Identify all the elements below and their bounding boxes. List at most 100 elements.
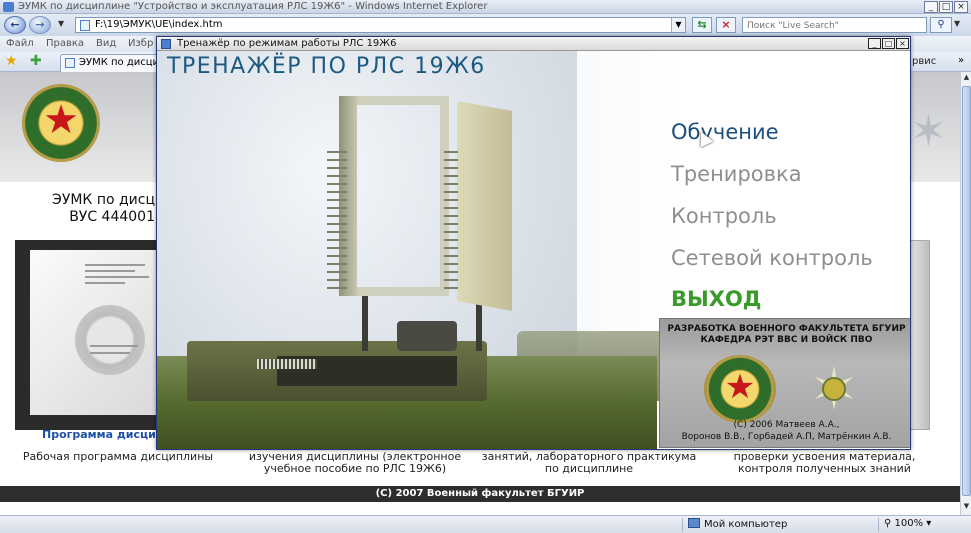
trainer-minimize-button[interactable]: _: [868, 38, 881, 49]
trainer-window-title: Тренажёр по режимам работы РЛС 19Ж6: [177, 38, 397, 49]
trainer-maximize-button[interactable]: □: [882, 38, 895, 49]
star-icon: ★: [724, 367, 756, 407]
menu-learning[interactable]: Обучение: [671, 120, 779, 144]
document-text-line: [90, 345, 138, 347]
trainer-titlebar: Тренажёр по режимам работы РЛС 19Ж6 _ □ …: [157, 37, 910, 51]
stop-button[interactable]: ×: [716, 17, 736, 33]
search-input[interactable]: [743, 19, 926, 33]
status-separator: [878, 518, 879, 532]
forward-button[interactable]: →: [29, 16, 51, 34]
page-footer: (С) 2007 Военный факультет БГУИР: [0, 486, 960, 502]
back-arrow-icon: ←: [10, 18, 20, 31]
document-text-line: [90, 352, 130, 354]
menu-training[interactable]: Тренировка: [671, 162, 802, 186]
address-toolbar: ← → ▼ F:\19\ЭМУК\UE\index.htm ▼ ⇆ × ⚲ ▼: [0, 14, 971, 36]
computer-icon: [688, 518, 700, 528]
zoom-dropdown-icon: ▾: [926, 518, 932, 529]
zoom-icon: ⚲: [884, 518, 892, 529]
trainer-title: ТРЕНАЖЁР ПО РЛС 19Ж6: [167, 54, 486, 79]
maximize-button[interactable]: □: [939, 1, 953, 13]
browser-tab[interactable]: ЭУМК по дисциплине: [60, 54, 160, 72]
scroll-down-icon[interactable]: ▼: [962, 502, 971, 513]
document-text-line: [85, 276, 149, 278]
service-menu[interactable]: рвис: [912, 56, 936, 67]
document-text-line: [85, 264, 145, 266]
zoom-level: 100%: [894, 518, 924, 529]
close-button[interactable]: ×: [954, 1, 968, 13]
back-button[interactable]: ←: [4, 16, 26, 34]
trainer-close-button[interactable]: ×: [896, 38, 909, 49]
address-field[interactable]: F:\19\ЭМУК\UE\index.htm ▼: [75, 17, 686, 33]
search-options-dropdown[interactable]: ▼: [954, 19, 960, 28]
refresh-icon: ⇆: [697, 18, 707, 31]
menu-control[interactable]: Контроль: [671, 204, 777, 228]
refresh-button[interactable]: ⇆: [692, 17, 712, 33]
address-value: F:\19\ЭМУК\UE\index.htm: [95, 19, 223, 30]
page-heading-line2: ВУС 444001: [69, 209, 155, 225]
credits-panel: РАЗРАБОТКА ВОЕННОГО ФАКУЛЬТЕТА БГУИР КАФ…: [659, 318, 910, 448]
caption-1[interactable]: Рабочая программа дисциплины: [18, 451, 218, 463]
caption-4[interactable]: проверки усвоения материала, контроля по…: [722, 451, 927, 475]
caption-1-line1: Рабочая программа дисциплины: [22, 450, 214, 463]
antenna-elements: [444, 151, 458, 291]
minimize-button[interactable]: _: [924, 1, 938, 13]
zoom-control[interactable]: ⚲ 100% ▾: [884, 518, 931, 529]
document-seal: [75, 305, 145, 375]
tab-page-icon: [65, 58, 75, 68]
menu-exit[interactable]: ВЫХОД: [671, 287, 762, 311]
caption-2-line2: учебное пособие по РЛС 19Ж6): [263, 462, 447, 475]
favorites-star-icon[interactable]: ★: [5, 53, 18, 69]
ie-titlebar: ЭУМК по дисциплине "Устройство и эксплуа…: [0, 0, 971, 14]
antenna-elements: [327, 151, 347, 291]
credits-line2: КАФЕДРА РЭТ ВВС И ВОЙСК ПВО: [700, 335, 873, 345]
right-document-thumbnail[interactable]: [908, 240, 930, 430]
program-document-thumbnail[interactable]: [15, 240, 160, 430]
caption-3[interactable]: занятий, лабораторного практикума по дис…: [473, 451, 705, 475]
trainer-content: ТРЕНАЖЁР ПО РЛС 19Ж6 Обучение Тренировка…: [157, 51, 910, 449]
menu-edit[interactable]: Правка: [46, 38, 84, 49]
search-icon: ⚲: [937, 19, 945, 30]
ie-window-controls: _ □ ×: [924, 1, 968, 13]
menu-favorites[interactable]: Избр: [128, 38, 153, 49]
menu-view[interactable]: Вид: [96, 38, 116, 49]
caption-2[interactable]: изучения дисциплины (электронное учебное…: [240, 451, 470, 475]
trainer-window: Тренажёр по режимам работы РЛС 19Ж6 _ □ …: [156, 36, 911, 450]
vehicle-grille: [257, 359, 317, 369]
scroll-up-icon[interactable]: ▲: [962, 73, 971, 84]
document-page: [30, 250, 158, 415]
search-button[interactable]: ⚲: [930, 17, 952, 33]
scroll-thumb[interactable]: [962, 86, 971, 496]
page-icon: [80, 20, 90, 31]
antenna-base: [397, 321, 457, 351]
toolbar-overflow-icon[interactable]: »: [958, 55, 964, 66]
ie-window-title: ЭУМК по дисциплине "Устройство и эксплуа…: [18, 1, 488, 12]
ie-app-icon: [3, 2, 14, 12]
address-dropdown[interactable]: ▼: [671, 18, 685, 32]
status-zone: Мой компьютер: [688, 518, 787, 530]
caption-3-line2: по дисциплине: [544, 462, 634, 475]
credits-copyright1: (С) 2006 Матвеев А.А.,: [733, 420, 840, 430]
document-text-line: [85, 270, 135, 272]
star-icon: ★: [43, 97, 79, 143]
trainer-app-icon: [161, 39, 171, 49]
status-bar: Мой компьютер ⚲ 100% ▾: [0, 515, 971, 533]
program-link[interactable]: Программа дисци: [42, 428, 156, 441]
antenna-panel: [457, 101, 512, 311]
credits-line1: РАЗРАБОТКА ВОЕННОГО ФАКУЛЬТЕТА БГУИР: [667, 324, 906, 334]
history-dropdown[interactable]: ▼: [58, 19, 64, 28]
air-defense-emblem-logo: ✶: [794, 357, 874, 421]
trainer-window-controls: _ □ ×: [868, 38, 909, 49]
add-favorite-icon[interactable]: ✚: [30, 53, 42, 69]
vertical-scrollbar[interactable]: ▲ ▼: [960, 72, 971, 515]
search-field[interactable]: [742, 17, 927, 33]
emblem-core: [822, 377, 846, 401]
menu-file[interactable]: Файл: [6, 38, 34, 49]
emblem-right-logo: ✶: [910, 106, 947, 157]
forward-arrow-icon: →: [35, 18, 45, 31]
status-zone-label: Мой компьютер: [704, 519, 788, 530]
status-separator: [682, 518, 683, 532]
caption-4-line2: контроля полученных знаний: [738, 462, 911, 475]
page-heading-line1: ЭУМК по дисц: [52, 192, 155, 208]
military-emblem-logo: ★: [22, 84, 100, 162]
menu-network-control[interactable]: Сетевой контроль: [671, 246, 873, 270]
